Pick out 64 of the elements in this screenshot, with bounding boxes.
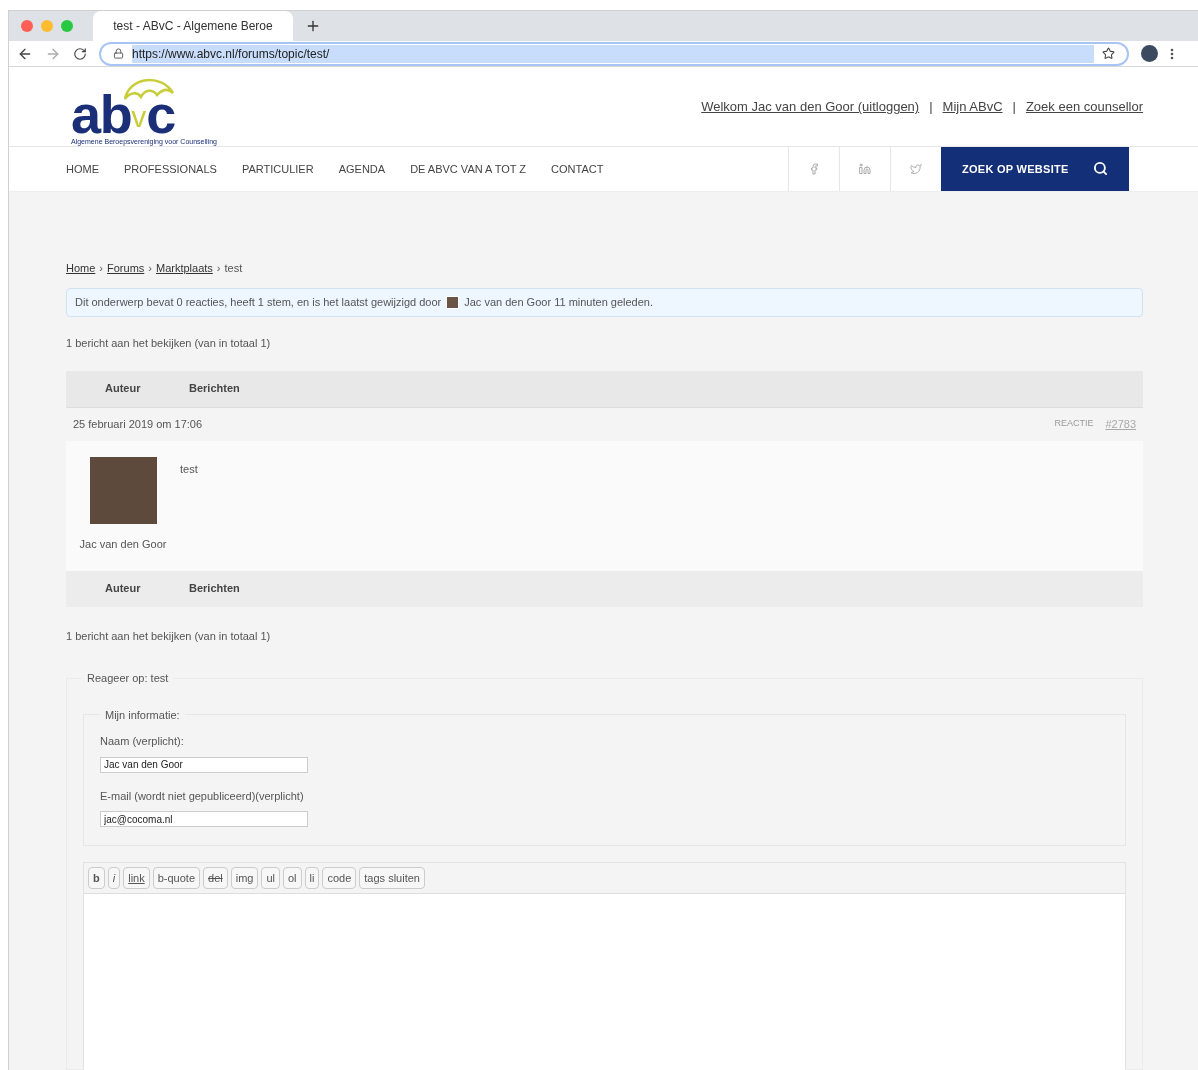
reload-icon[interactable] [73, 46, 87, 61]
url-text: https://www.abvc.nl/forums/topic/test/ [132, 44, 1094, 63]
nav-item[interactable]: PARTICULIER [241, 160, 314, 178]
format-button[interactable]: b [88, 867, 105, 889]
post-date: 25 februari 2019 om 17:06 [73, 416, 203, 432]
author-name: Jac van den Goor [79, 536, 167, 552]
address-field[interactable]: https://www.abvc.nl/forums/topic/test/ [99, 41, 1129, 66]
breadcrumb-link[interactable]: Home [66, 259, 96, 276]
column-header: Berichten [189, 581, 240, 597]
facebook-icon [808, 163, 820, 175]
browser-tab[interactable]: test - ABvC - Algemene Beroe [93, 11, 293, 41]
form-legend: Reageer op: test [82, 670, 174, 687]
input-field[interactable]: Jac van den Goor [100, 756, 308, 773]
format-button[interactable]: img [230, 867, 259, 889]
linkedin-icon [859, 163, 871, 175]
reply-label: REACTIE [1054, 417, 1094, 431]
breadcrumb-separator: › [148, 260, 152, 276]
twitter-icon [910, 163, 922, 175]
format-button[interactable]: link [123, 867, 150, 889]
notice-text: Jac van den Goor 11 minuten geleden. [464, 295, 654, 311]
post-content: test [180, 461, 198, 477]
link-separator: | [928, 98, 934, 117]
post-count-text: 1 bericht aan het bekijken (van in totaal 1) [66, 628, 272, 644]
profile-avatar-icon[interactable] [1141, 45, 1158, 63]
field-label: Naam (verplicht): [100, 734, 185, 749]
nav-item[interactable]: CONTACT [551, 160, 604, 178]
breadcrumb-link[interactable]: Forums [107, 259, 145, 276]
nav-item[interactable]: PROFESSIONALS [124, 160, 217, 178]
photo-placeholder [89, 456, 157, 524]
header-link[interactable]: Zoek een counsellor [1025, 97, 1143, 117]
field-label: E-mail (wordt niet gepubliceerd)(verplicht) [100, 788, 305, 804]
avatar-thumbnail [446, 296, 460, 309]
format-button[interactable]: tags sluiten [359, 867, 425, 889]
breadcrumb-link[interactable]: Marktplaats [155, 259, 213, 276]
breadcrumb-separator: › [216, 260, 221, 276]
column-header: Auteur [104, 381, 142, 397]
format-button[interactable]: ol [283, 867, 302, 889]
new-tab-icon[interactable] [305, 18, 321, 34]
breadcrumb-separator: › [99, 260, 103, 276]
search-icon [1093, 161, 1108, 177]
breadcrumb-current: test [224, 260, 243, 276]
column-header: Auteur [104, 581, 142, 597]
header-link[interactable]: Mijn ABvC [942, 97, 1003, 117]
format-button[interactable]: ul [261, 867, 280, 889]
format-button[interactable]: li [304, 867, 320, 889]
notice-text: Dit onderwerp bevat 0 reacties, heeft 1 stem, en is het laatst gewijzigd door [75, 295, 442, 311]
format-button[interactable]: i [107, 867, 121, 889]
bookmark-star-icon[interactable] [1102, 47, 1115, 61]
menu-dots-icon[interactable] [1170, 47, 1174, 60]
format-button[interactable]: code [322, 867, 357, 889]
format-button[interactable]: b-quote [152, 867, 200, 889]
nav-item[interactable]: AGENDA [338, 160, 386, 178]
nav-item[interactable]: HOME [66, 160, 99, 178]
column-header: Berichten [189, 381, 240, 397]
lock-icon [113, 48, 124, 60]
search-website-button[interactable]: ZOEK OP WEBSITE [941, 147, 1129, 191]
input-field[interactable]: jac@cocoma.nl [100, 811, 308, 827]
format-button[interactable]: del [203, 867, 228, 889]
link-separator: | [1011, 98, 1017, 117]
fieldset-legend: Mijn informatie: [100, 706, 185, 723]
header-link[interactable]: Welkom Jac van den Goor (uitloggen) [701, 97, 920, 117]
nav-item[interactable]: DE ABVC VAN A TOT Z [410, 160, 527, 178]
tab-title: test - ABvC - Algemene Beroe [113, 18, 273, 35]
post-count-text: 1 bericht aan het bekijken (van in totaal 1) [66, 336, 272, 351]
